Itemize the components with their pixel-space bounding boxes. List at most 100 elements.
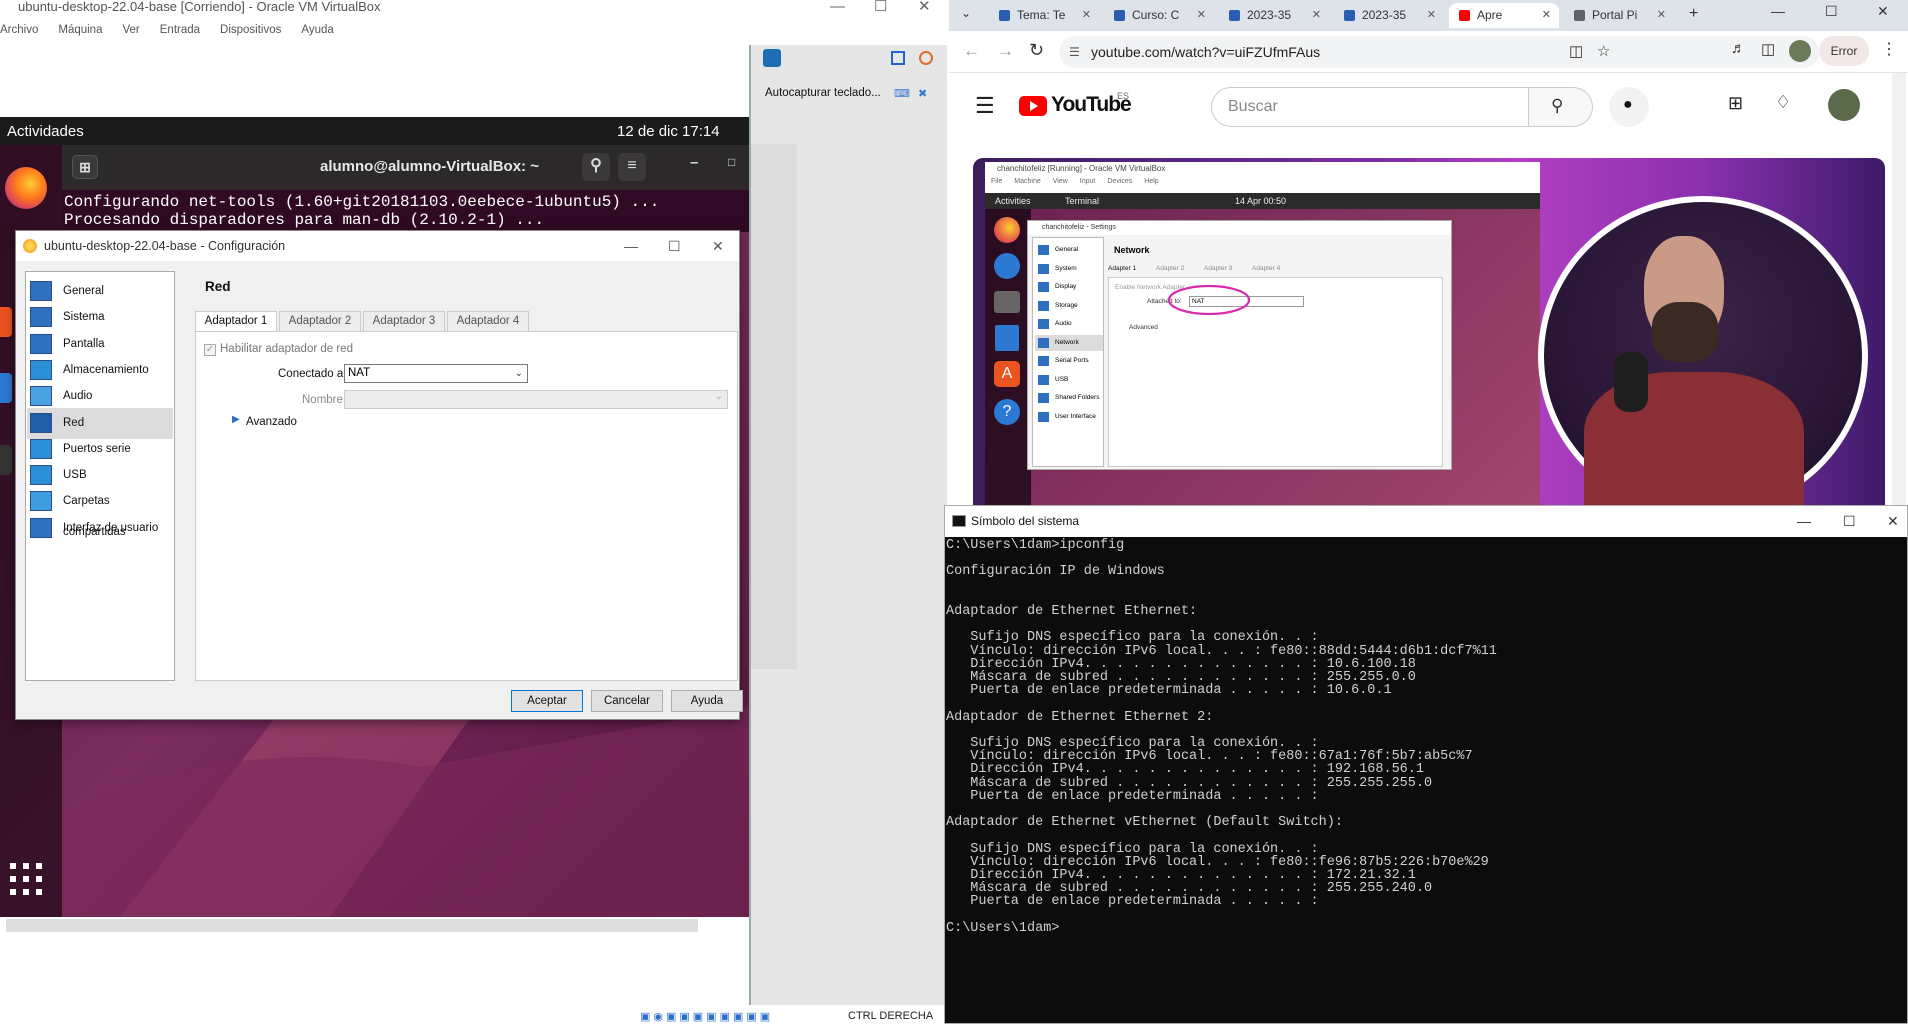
cmd-line <box>946 697 1907 710</box>
browser-tab[interactable]: Apre ✕ <box>1449 3 1559 28</box>
terminal-app-icon[interactable] <box>0 445 12 475</box>
hamburger-menu-icon[interactable]: ☰ <box>975 93 995 119</box>
help-button[interactable]: Ayuda <box>671 690 743 712</box>
site-info-icon[interactable]: ☰ <box>1069 36 1080 68</box>
create-video-icon[interactable]: ⊞ <box>1728 93 1743 114</box>
horizontal-scrollbar[interactable] <box>6 919 698 932</box>
menu-item-ver[interactable]: Ver <box>122 24 139 36</box>
name-select[interactable]: ⌄ <box>344 390 728 409</box>
tab-close-icon[interactable]: ✕ <box>1197 3 1206 28</box>
close-button[interactable]: ✕ <box>918 0 931 14</box>
youtube-logo-icon[interactable] <box>1019 96 1047 116</box>
cast-icon[interactable]: ◫ <box>1569 36 1583 68</box>
ok-button[interactable]: Aceptar <box>511 690 583 712</box>
cmd-line: Puerta de enlace predeterminada . . . . … <box>946 894 1319 910</box>
profile-avatar[interactable] <box>1789 40 1811 62</box>
tab-adapter-3[interactable]: Adaptador 3 <box>363 311 445 331</box>
menu-item-entrada[interactable]: Entrada <box>160 24 200 36</box>
close-button[interactable]: ✕ <box>712 231 724 261</box>
kebab-menu-icon[interactable]: ⋮ <box>1881 39 1897 59</box>
forward-icon[interactable]: → <box>997 41 1014 61</box>
maximize-button[interactable]: ☐ <box>874 0 887 14</box>
tab-search-icon[interactable]: ⌄ <box>961 6 971 20</box>
close-button[interactable]: ✕ <box>1887 506 1899 537</box>
advanced-toggle[interactable]: Avanzado <box>246 416 297 428</box>
browser-tab[interactable]: Portal Pi ✕ <box>1564 3 1674 28</box>
activities-button[interactable]: Actividades <box>7 123 84 140</box>
tab-adapter-2[interactable]: Adaptador 2 <box>279 311 361 331</box>
ubuntu-clock[interactable]: 12 de dic 17:14 <box>617 123 720 140</box>
maximize-button[interactable]: ☐ <box>1843 506 1856 537</box>
cmd-output[interactable]: C:\Users\1dam>ipconfig Configuración IP … <box>945 539 1907 1023</box>
search-icon: ⚲ <box>1551 96 1564 115</box>
tab-close-icon[interactable]: ✕ <box>1312 3 1321 28</box>
back-icon[interactable]: ← <box>963 41 980 61</box>
youtube-search-button[interactable]: ⚲ <box>1529 87 1593 127</box>
maximize-button[interactable]: ☐ <box>668 231 681 261</box>
video-nav-icon <box>1038 300 1049 311</box>
video-activities: Activities <box>995 196 1031 206</box>
device-status-icons[interactable]: ▣◉▣▣▣▣▣▣▣▣ <box>640 1010 773 1023</box>
presenter-webcam <box>1538 196 1868 505</box>
side-panel-icon[interactable]: ◫ <box>1761 40 1775 58</box>
new-tab-icon[interactable]: ⊞ <box>72 155 98 179</box>
menu-item-archivo[interactable]: Archivo <box>0 24 38 36</box>
enable-adapter-checkbox[interactable]: ✓ <box>204 344 216 356</box>
menu-item-dispositivos[interactable]: Dispositivos <box>220 24 281 36</box>
account-avatar[interactable] <box>1828 89 1860 121</box>
minimize-button[interactable]: – <box>690 154 698 171</box>
app-icon[interactable] <box>0 373 12 403</box>
tab-adapter-1[interactable]: Adaptador 1 <box>195 311 277 332</box>
error-chip[interactable]: Error <box>1819 36 1869 66</box>
new-tab-button[interactable]: + <box>1689 5 1698 23</box>
tab-close-icon[interactable]: ✕ <box>1657 3 1666 28</box>
page-scrollbar[interactable] <box>1892 73 1906 505</box>
bookmark-star-icon[interactable]: ☆ <box>1597 36 1610 68</box>
search-icon[interactable]: ⚲ <box>582 153 610 181</box>
minimize-button[interactable]: — <box>1797 506 1811 537</box>
youtube-search-input[interactable]: Buscar <box>1211 87 1529 127</box>
cancel-button[interactable]: Cancelar <box>591 690 663 712</box>
app-icon[interactable] <box>0 307 12 337</box>
maximize-button[interactable]: ☐ <box>1825 3 1838 20</box>
maximize-button[interactable]: □ <box>728 155 735 169</box>
terminal-output[interactable]: Configurando net-tools (1.60+git20181103… <box>62 190 749 232</box>
attached-to-select[interactable]: NAT ⌄ <box>344 364 528 383</box>
browser-tab[interactable]: 2023-35 ✕ <box>1334 3 1444 28</box>
keyboard-icon: ⌨ <box>894 88 910 100</box>
video-ubuntu-topbar: Activities Terminal 14 Apr 00:50 <box>985 193 1540 209</box>
browser-tab[interactable]: 2023-35 ✕ <box>1219 3 1329 28</box>
attached-to-value: NAT <box>348 367 371 379</box>
panel-option-icon[interactable] <box>891 51 905 65</box>
minimize-button[interactable]: — <box>624 231 638 261</box>
browser-tab[interactable]: Curso: C ✕ <box>1104 3 1214 28</box>
close-button[interactable]: ✕ <box>1877 3 1889 20</box>
close-icon[interactable]: ✖ <box>918 87 927 100</box>
voice-search-button[interactable]: ● <box>1609 87 1649 127</box>
virtualbox-status-bar: ▣◉▣▣▣▣▣▣▣▣ CTRL DERECHA <box>640 1010 947 1024</box>
media-control-icon[interactable]: ♬ <box>1731 40 1746 57</box>
address-bar[interactable]: ☰ youtube.com/watch?v=uiFZUfmFAus ◫ ☆ <box>1059 36 1819 68</box>
close-panel-icon[interactable] <box>919 51 933 65</box>
hamburger-menu-icon[interactable]: ≡ <box>618 153 646 181</box>
video-menu-item: Devices <box>1107 178 1133 185</box>
expand-arrow-icon[interactable]: ▶ <box>232 414 240 425</box>
tab-close-icon[interactable]: ✕ <box>1542 3 1551 28</box>
notifications-bell-icon[interactable]: ♢ <box>1775 92 1791 113</box>
tab-close-icon[interactable]: ✕ <box>1082 3 1091 28</box>
tab-close-icon[interactable]: ✕ <box>1427 3 1436 28</box>
browser-tab[interactable]: Tema: Te ✕ <box>989 3 1099 28</box>
video-nav-item: Display <box>1035 279 1103 295</box>
tab-adapter-4[interactable]: Adaptador 4 <box>447 311 529 331</box>
show-apps-icon[interactable] <box>10 863 42 895</box>
video-nav-label: Serial Ports <box>1055 357 1089 364</box>
youtube-video-player[interactable]: chanchitofeliz [Running] - Oracle VM Vir… <box>973 158 1885 505</box>
minimize-button[interactable]: — <box>1771 3 1785 19</box>
menu-item-máquina[interactable]: Máquina <box>58 24 102 36</box>
nav-item-interfaz-de-usuario[interactable]: Interfaz de usuario <box>27 513 173 544</box>
menu-item-ayuda[interactable]: Ayuda <box>301 24 333 36</box>
firefox-icon[interactable] <box>5 167 47 209</box>
info-icon[interactable] <box>763 49 781 67</box>
reload-icon[interactable]: ↻ <box>1029 40 1044 61</box>
minimize-button[interactable]: — <box>830 0 845 14</box>
